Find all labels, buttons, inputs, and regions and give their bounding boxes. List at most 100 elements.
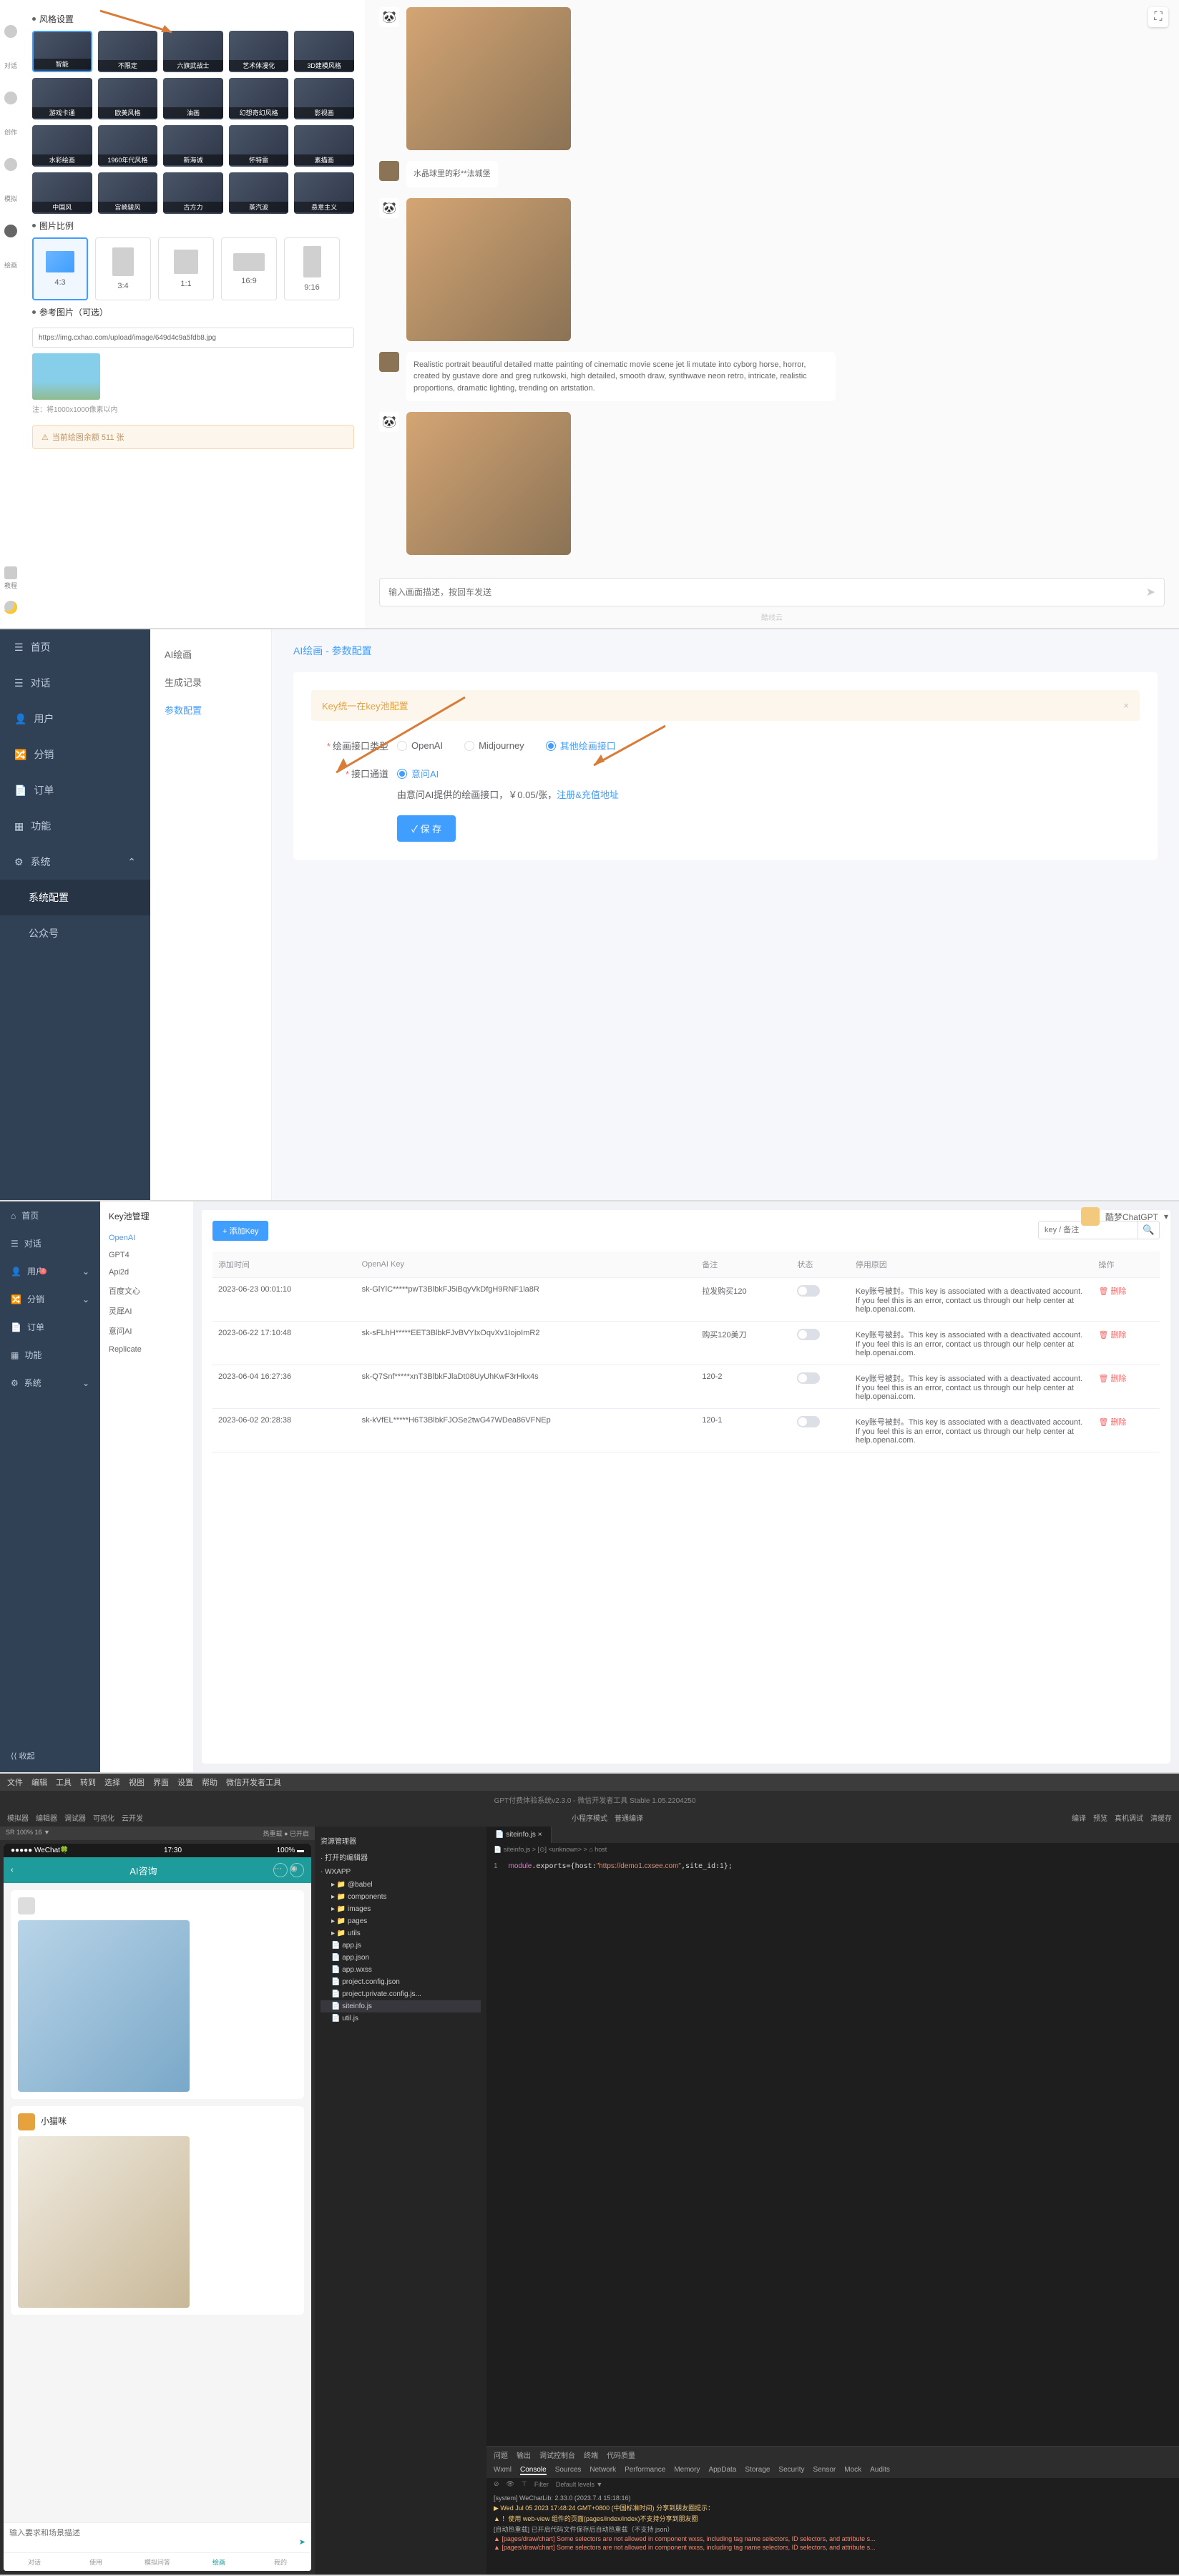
explorer-section[interactable]: · WXAPP (321, 1865, 481, 1879)
toolbar-item[interactable]: 云开发 (122, 1812, 143, 1823)
menu-item[interactable]: 工具 (56, 1776, 72, 1788)
toolbar-item[interactable]: 编辑器 (36, 1812, 57, 1823)
sidebar-icon[interactable] (4, 225, 17, 237)
file-item[interactable]: ▸ 📁 utils (321, 1927, 481, 1940)
status-switch[interactable] (797, 1416, 820, 1427)
sub-records[interactable]: 生成记录 (150, 668, 271, 696)
editor-tab[interactable]: 📄 siteinfo.js × (486, 1827, 552, 1843)
sub-item[interactable]: GPT4 (109, 1247, 185, 1264)
menu-icon[interactable]: ⋯ (273, 1863, 288, 1877)
sub-params[interactable]: 参数配置 (150, 696, 271, 724)
toolbar-item[interactable]: 预览 (1093, 1812, 1107, 1823)
dev-tab[interactable]: Wxml (494, 2466, 512, 2475)
file-item[interactable]: 📄 util.js (321, 2012, 481, 2025)
dev-control[interactable]: ⊤ (522, 2480, 527, 2488)
file-item[interactable]: 📄 project.private.config.js... (321, 1988, 481, 2000)
send-icon[interactable]: ➤ (1146, 585, 1155, 599)
toolbar-item[interactable]: 调试器 (64, 1812, 86, 1823)
dev-control[interactable]: 👁 (507, 2480, 514, 2488)
style-option[interactable]: 宫崎骏风 (98, 172, 158, 214)
zoom-icon[interactable]: ⛶ (1148, 7, 1168, 27)
ratio-option[interactable]: 4:3 (32, 237, 88, 300)
menu-item[interactable]: 转到 (80, 1776, 96, 1788)
user-badge[interactable]: 酷梦ChatGPT ▾ (1081, 1207, 1168, 1226)
dev-tab[interactable]: 输出 (517, 2449, 531, 2460)
status-switch[interactable] (797, 1372, 820, 1384)
toolbar-item[interactable]: 模拟器 (7, 1812, 29, 1823)
dev-tab[interactable]: Performance (625, 2466, 665, 2475)
nav-sys-config[interactable]: 系统配置 (0, 880, 150, 915)
nav-chat[interactable]: ☰ 对话 (0, 1229, 100, 1257)
menu-item[interactable]: 视图 (129, 1776, 145, 1788)
toolbar-item[interactable]: 普通编译 (615, 1812, 643, 1823)
file-item[interactable]: ▸ 📁 pages (321, 1915, 481, 1927)
add-key-button[interactable]: + 添加Key (212, 1221, 268, 1241)
style-option[interactable]: 六旗武战士 (163, 31, 223, 72)
style-option[interactable]: 中国风 (32, 172, 92, 214)
dev-tab[interactable]: Sensor (813, 2466, 836, 2475)
ratio-option[interactable]: 3:4 (95, 237, 151, 300)
style-option[interactable]: 怀特雷 (229, 125, 289, 167)
dev-tab[interactable]: Console (520, 2466, 547, 2475)
style-option[interactable]: 水彩绘画 (32, 125, 92, 167)
status-switch[interactable] (797, 1285, 820, 1297)
toolbar-item[interactable]: 真机调试 (1115, 1812, 1143, 1823)
style-option[interactable]: 悬意主义 (294, 172, 354, 214)
delete-button[interactable]: 🗑 删除 (1099, 1418, 1127, 1427)
nav-func[interactable]: ▦ 功能 (0, 808, 150, 844)
file-item[interactable]: ▸ 📁 components (321, 1891, 481, 1903)
style-option[interactable]: 幻想奇幻风格 (229, 78, 289, 119)
dev-tab[interactable]: Memory (674, 2466, 700, 2475)
style-option[interactable]: 油画 (163, 78, 223, 119)
file-item[interactable]: 📄 app.wxss (321, 1964, 481, 1976)
delete-button[interactable]: 🗑 删除 (1099, 1287, 1127, 1296)
phone-input[interactable] (9, 2529, 305, 2537)
dev-tab[interactable]: Security (778, 2466, 804, 2475)
phone-tab[interactable]: 模拟问答 (127, 2553, 188, 2571)
style-option[interactable]: 不限定 (98, 31, 158, 72)
delete-button[interactable]: 🗑 删除 (1099, 1331, 1127, 1339)
ratio-option[interactable]: 1:1 (158, 237, 214, 300)
ratio-option[interactable]: 16:9 (221, 237, 277, 300)
sub-draw[interactable]: AI绘画 (150, 640, 271, 668)
toolbar-item[interactable]: 小程序模式 (572, 1812, 607, 1823)
sub-item[interactable]: Replicate (109, 1341, 185, 1358)
sidebar-icon[interactable] (4, 25, 17, 38)
explorer-section[interactable]: · 打开的编辑器 (321, 1849, 481, 1865)
dev-control[interactable]: Default levels ▼ (556, 2481, 602, 2488)
nav-user[interactable]: 👤 用户 (0, 701, 150, 737)
sub-item[interactable]: Api2d (109, 1264, 185, 1281)
style-option[interactable]: 游戏卡通 (32, 78, 92, 119)
theme-icon[interactable]: 🌙 (4, 601, 17, 614)
nav-chat[interactable]: ☰ 对话 (0, 665, 150, 701)
dev-tab[interactable]: Network (590, 2466, 616, 2475)
register-link[interactable]: 注册&充值地址 (557, 790, 619, 800)
nav-dist[interactable]: 🔀 分销 (0, 737, 150, 772)
chat-input[interactable] (388, 587, 1146, 597)
dev-tab[interactable]: 问题 (494, 2449, 508, 2460)
phone-tab[interactable]: 对话 (4, 2553, 65, 2571)
dev-tab[interactable]: Storage (745, 2466, 770, 2475)
dev-tab[interactable]: AppData (708, 2466, 736, 2475)
sub-item[interactable]: 意问AI (109, 1321, 185, 1341)
style-option[interactable]: 蒸汽波 (229, 172, 289, 214)
dev-tab[interactable]: 终端 (584, 2449, 598, 2460)
dev-tab[interactable]: Audits (870, 2466, 890, 2475)
menu-item[interactable]: 微信开发者工具 (226, 1776, 281, 1788)
nav-home[interactable]: ☰ 首页 (0, 629, 150, 665)
phone-tab[interactable]: 我的 (250, 2553, 311, 2571)
phone-tab[interactable]: 使用 (65, 2553, 127, 2571)
sub-item[interactable]: 百度文心 (109, 1281, 185, 1301)
ref-url-input[interactable] (32, 328, 354, 348)
dev-tab[interactable]: 代码质量 (607, 2449, 635, 2460)
file-item[interactable]: ▸ 📁 images (321, 1903, 481, 1915)
menu-item[interactable]: 设置 (177, 1776, 193, 1788)
send-icon[interactable]: ➤ (299, 2537, 305, 2547)
dev-tab[interactable]: Sources (555, 2466, 582, 2475)
style-option[interactable]: 影视画 (294, 78, 354, 119)
nav-func[interactable]: ▦ 功能 (0, 1341, 100, 1369)
nav-sys[interactable]: ⚙ 系统 ⌄ (0, 1369, 100, 1397)
nav-order[interactable]: 📄 订单 (0, 772, 150, 808)
menu-item[interactable]: 界面 (153, 1776, 169, 1788)
sim-bar-left[interactable]: SR 100% 16 ▼ (6, 1829, 50, 1838)
